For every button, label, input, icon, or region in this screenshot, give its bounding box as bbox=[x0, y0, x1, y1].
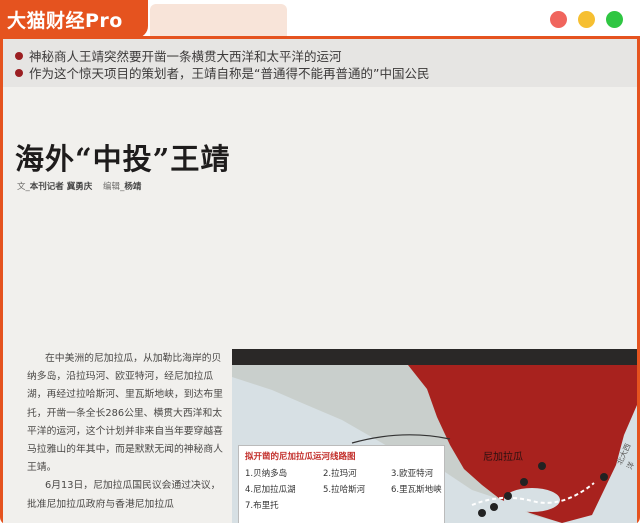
route-marker bbox=[490, 503, 498, 511]
article-headline: 海外“中投”王靖 bbox=[15, 142, 231, 176]
magazine-page: 神秘商人王靖突然要开凿一条横贯大西洋和太平洋的运河 作为这个惊天项目的策划者，王… bbox=[3, 39, 637, 523]
body-paragraph: 在中美洲的尼加拉瓜，从加勒比海岸的贝纳多岛，沿拉玛河、欧亚特河，经尼加拉瓜湖，再… bbox=[27, 353, 223, 474]
article-byline: 文_本刊记者 冀勇庆 编辑_杨靖 bbox=[17, 182, 142, 192]
map-legend: 拟开凿的尼加拉瓜运河线路图 1.贝纳多岛 2.拉玛河 3.欧亚特河 4.尼加拉瓜… bbox=[238, 445, 445, 523]
app-title: 大猫财经Pro bbox=[7, 10, 123, 32]
legend-title: 拟开凿的尼加拉瓜运河线路图 bbox=[245, 452, 356, 462]
lake-nicaragua bbox=[504, 488, 560, 512]
route-marker bbox=[538, 462, 546, 470]
minimize-icon[interactable] bbox=[578, 11, 595, 28]
summary-bullet: 作为这个惊天项目的策划者，王靖自称是“普通得不能再普通的”中国公民 bbox=[15, 63, 429, 82]
author-name: 本刊记者 冀勇庆 bbox=[29, 182, 93, 192]
legend-item: 6.里瓦斯地峡 bbox=[391, 485, 442, 495]
bullet-icon bbox=[15, 52, 23, 60]
legend-item: 4.尼加拉瓜湖 bbox=[245, 485, 296, 495]
editor-prefix: 编辑 bbox=[103, 182, 121, 192]
legend-item: 1.贝纳多岛 bbox=[245, 469, 288, 479]
close-icon[interactable] bbox=[550, 11, 567, 28]
title-tab-extension bbox=[150, 4, 287, 38]
canal-map: 尼加拉瓜 北大西洋 拟开凿的尼加拉瓜运河线路图 1.贝纳多岛 2.拉玛河 3.欧… bbox=[232, 349, 637, 523]
legend-item: 5.拉哈斯河 bbox=[323, 485, 366, 495]
route-marker bbox=[520, 478, 528, 486]
route-marker bbox=[504, 492, 512, 500]
legend-item: 2.拉玛河 bbox=[323, 469, 357, 479]
route-marker bbox=[478, 509, 486, 517]
legend-item: 3.欧亚特河 bbox=[391, 469, 434, 479]
body-paragraph: 6月13日，尼加拉瓜国民议会通过决议，批准尼加拉瓜政府与香港尼加拉瓜 bbox=[27, 480, 221, 510]
legend-item: 7.布里托 bbox=[245, 501, 279, 511]
editor-name: 杨靖 bbox=[124, 182, 142, 192]
country-label: 尼加拉瓜 bbox=[483, 452, 523, 463]
title-tab: 大猫财经Pro bbox=[0, 0, 148, 38]
article-body: 在中美洲的尼加拉瓜，从加勒比海岸的贝纳多岛，沿拉玛河、欧亚特河，经尼加拉瓜湖，再… bbox=[27, 350, 223, 514]
maximize-icon[interactable] bbox=[606, 11, 623, 28]
app-window: 大猫财经Pro 神秘商人王靖突然要开凿一条横贯大西洋和太平洋的运河 作为这个惊天… bbox=[0, 0, 640, 523]
author-prefix: 文 bbox=[17, 182, 26, 192]
bullet-icon bbox=[15, 69, 23, 77]
map-banner bbox=[232, 349, 637, 365]
route-marker bbox=[600, 473, 608, 481]
